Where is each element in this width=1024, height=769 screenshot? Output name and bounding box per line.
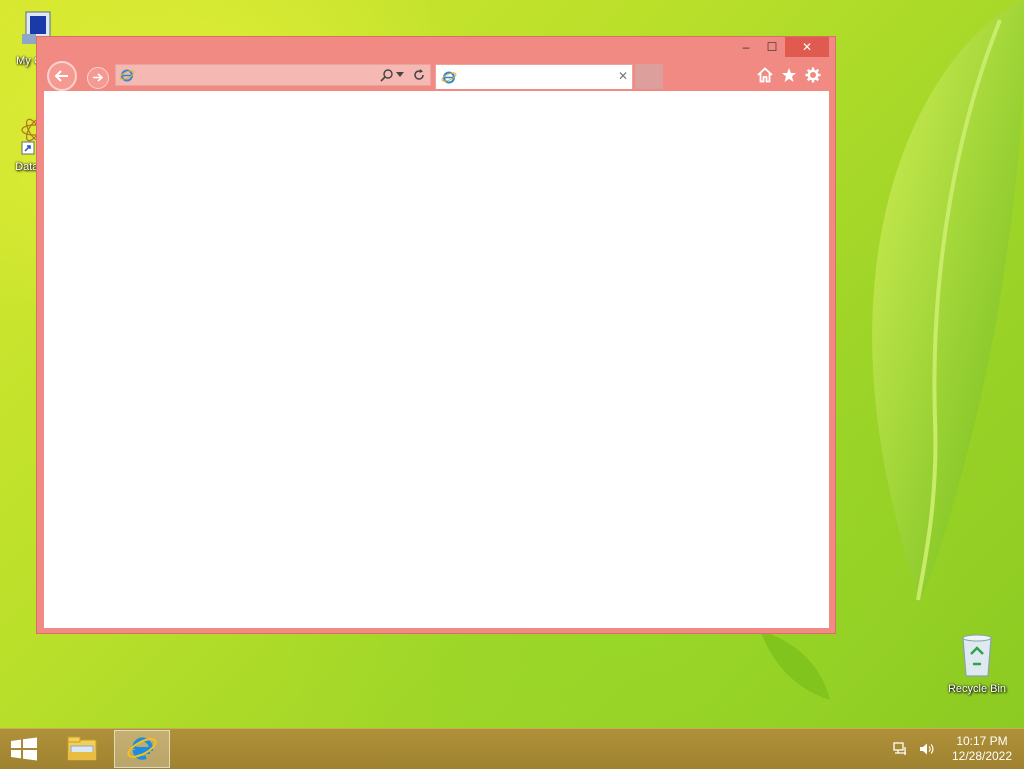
taskbar-internet-explorer[interactable]	[114, 730, 170, 768]
command-icons	[755, 65, 823, 85]
clock[interactable]: 10:17 PM 12/28/2022	[946, 734, 1018, 764]
search-icon[interactable]	[380, 68, 394, 82]
ie-tab-icon	[441, 71, 457, 84]
recycle-bin-icon	[962, 634, 992, 677]
star-icon	[782, 68, 796, 82]
back-button[interactable]	[47, 61, 77, 91]
desktop-icon-recycle-bin[interactable]: Recycle Bin	[942, 632, 1012, 695]
maximize-button[interactable]: ☐	[759, 37, 785, 57]
back-arrow-icon	[54, 70, 68, 82]
internet-explorer-icon	[127, 737, 157, 760]
tab-active[interactable]: ✕	[435, 64, 633, 89]
refresh-icon[interactable]	[412, 68, 426, 82]
minimize-button[interactable]: –	[733, 37, 759, 57]
start-button[interactable]	[0, 729, 48, 769]
address-bar[interactable]	[115, 64, 431, 86]
forward-button[interactable]	[87, 67, 109, 89]
close-icon: ✕	[801, 40, 813, 54]
network-icon	[893, 742, 906, 755]
clock-date: 12/28/2022	[951, 749, 1013, 763]
window-controls: – ☐ ✕	[733, 37, 829, 59]
new-tab-button[interactable]	[635, 64, 663, 89]
tools-button[interactable]	[803, 65, 823, 85]
ie-page-icon	[119, 69, 135, 82]
clock-time: 10:17 PM	[956, 734, 1008, 748]
network-button[interactable]	[891, 739, 911, 759]
windows-logo-icon	[11, 737, 37, 761]
chevron-down-icon[interactable]	[396, 72, 404, 78]
gear-icon	[805, 67, 821, 83]
maximize-icon: ☐	[766, 40, 778, 54]
home-icon	[757, 67, 773, 83]
tab-close-button[interactable]: ✕	[618, 69, 628, 83]
favorites-button[interactable]	[779, 65, 799, 85]
address-input[interactable]	[138, 67, 372, 85]
forward-arrow-icon	[93, 73, 104, 82]
speaker-icon	[920, 743, 934, 755]
navigation-bar: ✕	[45, 61, 827, 91]
file-explorer-icon	[67, 736, 97, 761]
page-content-area[interactable]	[44, 91, 829, 628]
system-tray: 10:17 PM 12/28/2022	[888, 729, 1024, 769]
desktop-icon-label: Recycle Bin	[947, 683, 1007, 695]
home-button[interactable]	[755, 65, 775, 85]
taskbar-file-explorer[interactable]	[54, 730, 110, 768]
minimize-icon: –	[742, 40, 750, 54]
taskbar: 10:17 PM 12/28/2022	[0, 728, 1024, 769]
volume-button[interactable]	[917, 739, 937, 759]
internet-explorer-window: – ☐ ✕ ✕	[36, 36, 836, 634]
close-button[interactable]: ✕	[785, 37, 829, 57]
